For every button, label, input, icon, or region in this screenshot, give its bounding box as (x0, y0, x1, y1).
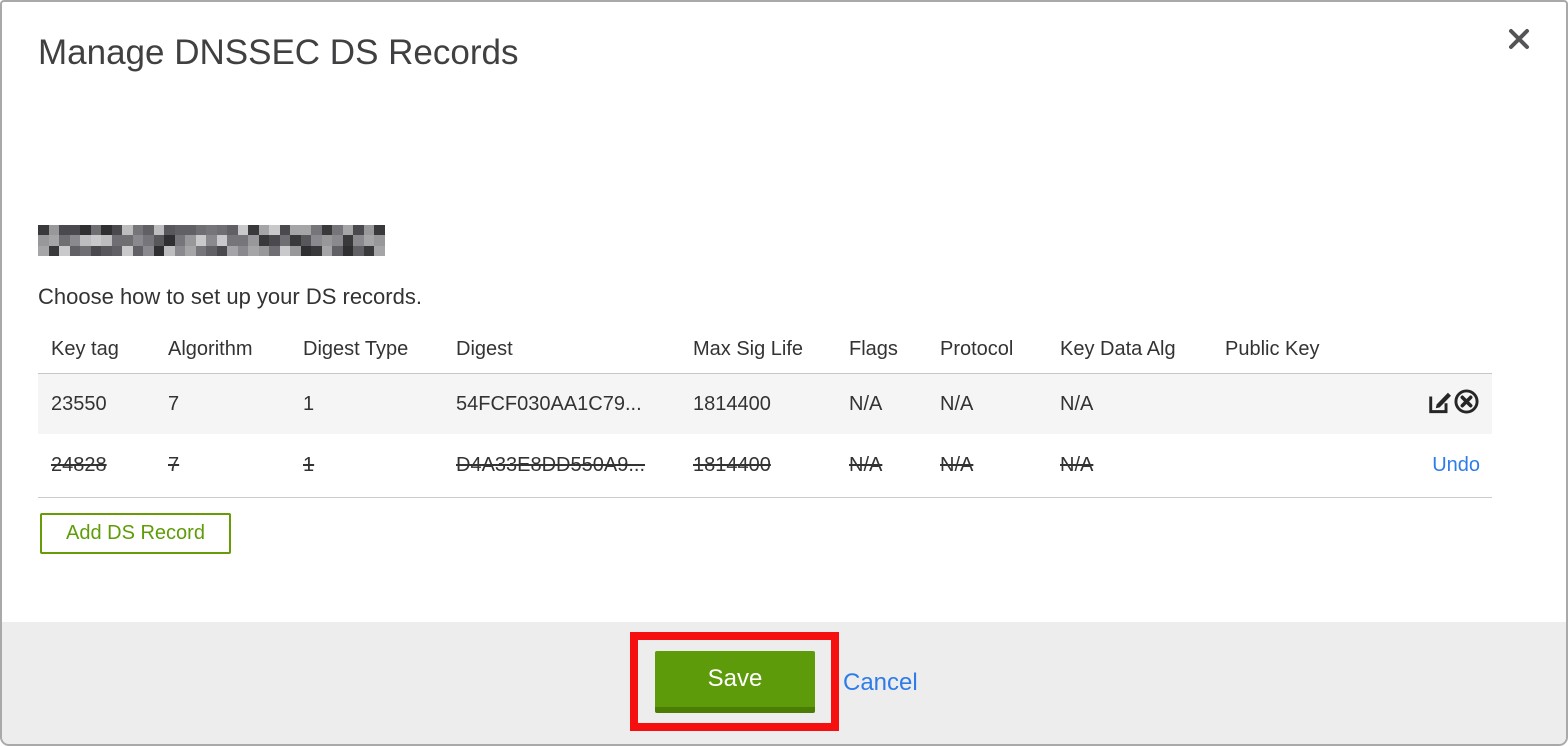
col-header-algorithm: Algorithm (155, 326, 290, 374)
cell-digest-type: 1 (290, 373, 443, 434)
cell-max-sig-life: 1814400 (680, 434, 836, 498)
cancel-link[interactable]: Cancel (843, 669, 918, 697)
cell-max-sig-life: 1814400 (680, 373, 836, 434)
col-header-flags: Flags (836, 326, 927, 374)
subtitle-text: Choose how to set up your DS records. (38, 284, 422, 309)
edit-record-icon[interactable] (1426, 388, 1453, 421)
row-actions (1362, 373, 1492, 434)
cell-key-data-alg: N/A (1047, 434, 1212, 498)
row-actions: Undo (1362, 434, 1492, 498)
table-row: 23550 7 1 54FCF030AA1C79... 1814400 N/A … (38, 373, 1492, 434)
dialog-footer: Save Cancel (2, 622, 1566, 744)
page-title: Manage DNSSEC DS Records (38, 33, 519, 72)
col-header-actions (1362, 326, 1492, 374)
table-header-row: Key tag Algorithm Digest Type Digest Max… (38, 326, 1492, 374)
cell-digest: D4A33E8DD550A9... (443, 434, 680, 498)
redacted-domain-name (38, 225, 386, 256)
undo-link[interactable]: Undo (1432, 454, 1480, 476)
cell-algorithm: 7 (155, 434, 290, 498)
cell-algorithm: 7 (155, 373, 290, 434)
col-header-protocol: Protocol (927, 326, 1047, 374)
cell-protocol: N/A (927, 434, 1047, 498)
cell-key-tag: 24828 (38, 434, 155, 498)
delete-record-icon[interactable] (1453, 388, 1480, 421)
col-header-public-key: Public Key (1212, 326, 1362, 374)
cell-protocol: N/A (927, 373, 1047, 434)
col-header-max-sig-life: Max Sig Life (680, 326, 836, 374)
table-row-deleted: 24828 7 1 D4A33E8DD550A9... 1814400 N/A … (38, 434, 1492, 498)
cell-flags: N/A (836, 434, 927, 498)
add-ds-record-button[interactable]: Add DS Record (40, 513, 231, 554)
ds-records-table: Key tag Algorithm Digest Type Digest Max… (38, 326, 1492, 498)
manage-dnssec-dialog: Manage DNSSEC DS Records Choose how to s… (0, 0, 1568, 746)
close-icon[interactable] (1504, 24, 1534, 54)
cell-flags: N/A (836, 373, 927, 434)
cell-public-key (1212, 373, 1362, 434)
col-header-key-data-alg: Key Data Alg (1047, 326, 1212, 374)
cell-key-data-alg: N/A (1047, 373, 1212, 434)
cell-digest: 54FCF030AA1C79... (443, 373, 680, 434)
cell-key-tag: 23550 (38, 373, 155, 434)
col-header-digest: Digest (443, 326, 680, 374)
cell-public-key (1212, 434, 1362, 498)
cell-digest-type: 1 (290, 434, 443, 498)
save-button[interactable]: Save (655, 651, 815, 713)
col-header-key-tag: Key tag (38, 326, 155, 374)
col-header-digest-type: Digest Type (290, 326, 443, 374)
